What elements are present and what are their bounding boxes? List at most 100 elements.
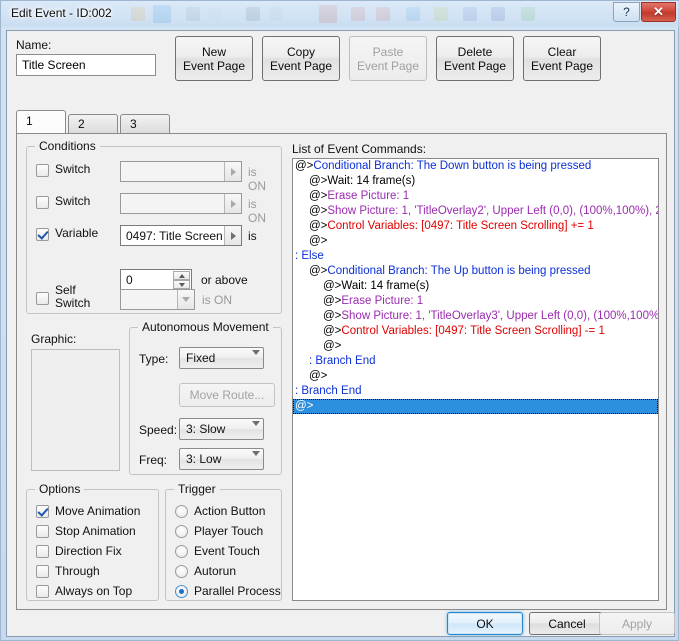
movement-speed-dropdown-icon[interactable] xyxy=(252,421,260,440)
switch-1-checkbox[interactable] xyxy=(36,164,49,177)
movement-type-dropdown-icon[interactable] xyxy=(252,350,260,369)
clear-event-page-label-2: Event Page xyxy=(530,58,594,73)
event-command-line[interactable]: : Branch End xyxy=(293,384,658,399)
variable-checkbox[interactable] xyxy=(36,228,49,241)
parallel-process-label: Parallel Process xyxy=(194,584,281,598)
movement-speed-combo[interactable]: 3: Slow xyxy=(179,418,264,440)
switch-1-dropdown-icon[interactable] xyxy=(224,162,241,181)
ok-button[interactable]: OK xyxy=(447,612,523,635)
switch-2-dropdown-icon[interactable] xyxy=(224,194,241,213)
event-command-line[interactable]: : Else xyxy=(293,249,658,264)
always-on-top-checkbox[interactable] xyxy=(36,585,49,598)
event-command-prefix: @> xyxy=(295,160,314,172)
event-command-line[interactable]: @>Conditional Branch: The Down button is… xyxy=(293,159,658,174)
tab-page-2[interactable]: 2 xyxy=(68,114,118,133)
direction-fix-label: Direction Fix xyxy=(55,544,122,558)
direction-fix-checkbox[interactable] xyxy=(36,545,49,558)
event-command-line[interactable]: @>Erase Picture: 1 xyxy=(293,294,658,309)
event-command-line[interactable]: @> xyxy=(293,339,658,354)
event-command-prefix: @> xyxy=(323,310,342,322)
spinner-down-icon[interactable] xyxy=(173,280,190,289)
event-command-text: Branch End xyxy=(301,385,362,397)
tab-page-1[interactable]: 1 xyxy=(16,110,66,133)
event-command-line[interactable]: @> xyxy=(293,369,658,384)
event-touch-radio[interactable] xyxy=(175,545,188,558)
self-switch-label-line-1: Self xyxy=(55,283,76,297)
event-name-input[interactable] xyxy=(16,54,156,76)
event-command-line[interactable]: @> xyxy=(293,399,658,414)
self-switch-checkbox[interactable] xyxy=(36,292,49,305)
event-command-line[interactable]: : Branch End xyxy=(293,354,658,369)
switch-2-checkbox[interactable] xyxy=(36,196,49,209)
dialog-client-area: Name: New Event Page Copy Event Page Pas… xyxy=(6,30,675,637)
clear-event-page-button[interactable]: Clear Event Page xyxy=(523,36,601,81)
trigger-group: Trigger Action Button Player Touch Event… xyxy=(165,482,282,601)
event-command-line[interactable]: @>Erase Picture: 1 xyxy=(293,189,658,204)
delete-event-page-button[interactable]: Delete Event Page xyxy=(436,36,514,81)
switch-1-label: Switch xyxy=(55,162,91,176)
event-command-prefix: @> xyxy=(323,280,342,292)
event-command-text: Control Variables: [0497: Title Screen S… xyxy=(341,325,605,337)
tab-page-3[interactable]: 3 xyxy=(120,114,170,133)
movement-freq-label: Freq: xyxy=(139,453,168,467)
event-command-text: Erase Picture: 1 xyxy=(341,295,424,307)
close-icon[interactable]: ✕ xyxy=(641,2,676,22)
window-title: Edit Event - ID:002 xyxy=(11,6,112,20)
switch-2-combo[interactable] xyxy=(120,193,242,214)
event-command-prefix: @> xyxy=(295,400,314,412)
event-command-line[interactable]: @>Wait: 14 frame(s) xyxy=(293,174,658,189)
movement-freq-dropdown-icon[interactable] xyxy=(252,451,260,470)
autonomous-movement-title: Autonomous Movement xyxy=(138,320,273,334)
event-command-text: Wait: 14 frame(s) xyxy=(327,175,416,187)
condition-self-switch-row: Self Switch is ON xyxy=(36,284,274,310)
cancel-button[interactable]: Cancel xyxy=(529,612,605,635)
variable-amount-suffix: or above xyxy=(201,273,248,287)
help-icon[interactable]: ? xyxy=(613,2,640,22)
variable-combo[interactable]: 0497: Title Screen Scro xyxy=(120,225,242,246)
new-event-page-button[interactable]: New Event Page xyxy=(175,36,253,81)
event-commands-list[interactable]: @>Conditional Branch: The Down button is… xyxy=(292,158,659,601)
delete-event-page-label-1: Delete xyxy=(457,44,493,59)
movement-type-combo[interactable]: Fixed xyxy=(179,347,264,369)
options-group: Options Move Animation Stop Animation Di… xyxy=(26,482,159,601)
event-command-line[interactable]: @> xyxy=(293,234,658,249)
title-bar[interactable]: Edit Event - ID:002 ? ✕ xyxy=(1,1,679,27)
event-touch-label: Event Touch xyxy=(194,544,260,558)
event-commands-label: List of Event Commands: xyxy=(292,142,427,156)
graphic-preview[interactable] xyxy=(31,349,120,471)
apply-button: Apply xyxy=(599,612,675,635)
parallel-process-radio[interactable] xyxy=(175,585,188,598)
event-command-prefix: @> xyxy=(309,235,328,247)
spinner-up-icon[interactable] xyxy=(173,271,190,280)
movement-freq-combo[interactable]: 3: Low xyxy=(179,448,264,470)
condition-variable-row: Variable 0497: Title Screen Scro is xyxy=(36,225,274,246)
event-command-text: Control Variables: [0497: Title Screen S… xyxy=(327,220,594,232)
through-checkbox[interactable] xyxy=(36,565,49,578)
new-event-page-label-1: New xyxy=(201,44,226,59)
event-command-line[interactable]: @>Wait: 14 frame(s) xyxy=(293,279,658,294)
event-command-line[interactable]: @>Control Variables: [0497: Title Screen… xyxy=(293,324,658,339)
event-command-line[interactable]: @>Control Variables: [0497: Title Screen… xyxy=(293,219,658,234)
through-label: Through xyxy=(55,564,100,578)
clear-event-page-label-1: Clear xyxy=(547,44,577,59)
event-command-line[interactable]: @>Conditional Branch: The Up button is b… xyxy=(293,264,658,279)
stop-animation-checkbox[interactable] xyxy=(36,525,49,538)
variable-dropdown-icon[interactable] xyxy=(224,226,241,245)
move-animation-checkbox[interactable] xyxy=(36,505,49,518)
self-switch-dropdown-icon[interactable] xyxy=(177,290,194,309)
self-switch-suffix: is ON xyxy=(202,293,232,307)
variable-amount-spinner[interactable]: 0 xyxy=(120,269,192,291)
event-command-prefix: @> xyxy=(309,220,328,232)
switch-1-combo[interactable] xyxy=(120,161,242,182)
action-button-radio[interactable] xyxy=(175,505,188,518)
delete-event-page-label-2: Event Page xyxy=(443,58,507,73)
event-command-line[interactable]: @>Show Picture: 1, 'TitleOverlay2', Uppe… xyxy=(293,204,658,219)
self-switch-combo[interactable] xyxy=(120,289,195,310)
autorun-radio[interactable] xyxy=(175,565,188,578)
player-touch-radio[interactable] xyxy=(175,525,188,538)
event-command-line[interactable]: @>Show Picture: 1, 'TitleOverlay3', Uppe… xyxy=(293,309,658,324)
copy-event-page-button[interactable]: Copy Event Page xyxy=(262,36,340,81)
event-command-text: Conditional Branch: The Down button is b… xyxy=(313,160,592,172)
switch-1-suffix: is ON xyxy=(248,165,266,193)
variable-amount-spin-buttons[interactable] xyxy=(173,271,190,289)
